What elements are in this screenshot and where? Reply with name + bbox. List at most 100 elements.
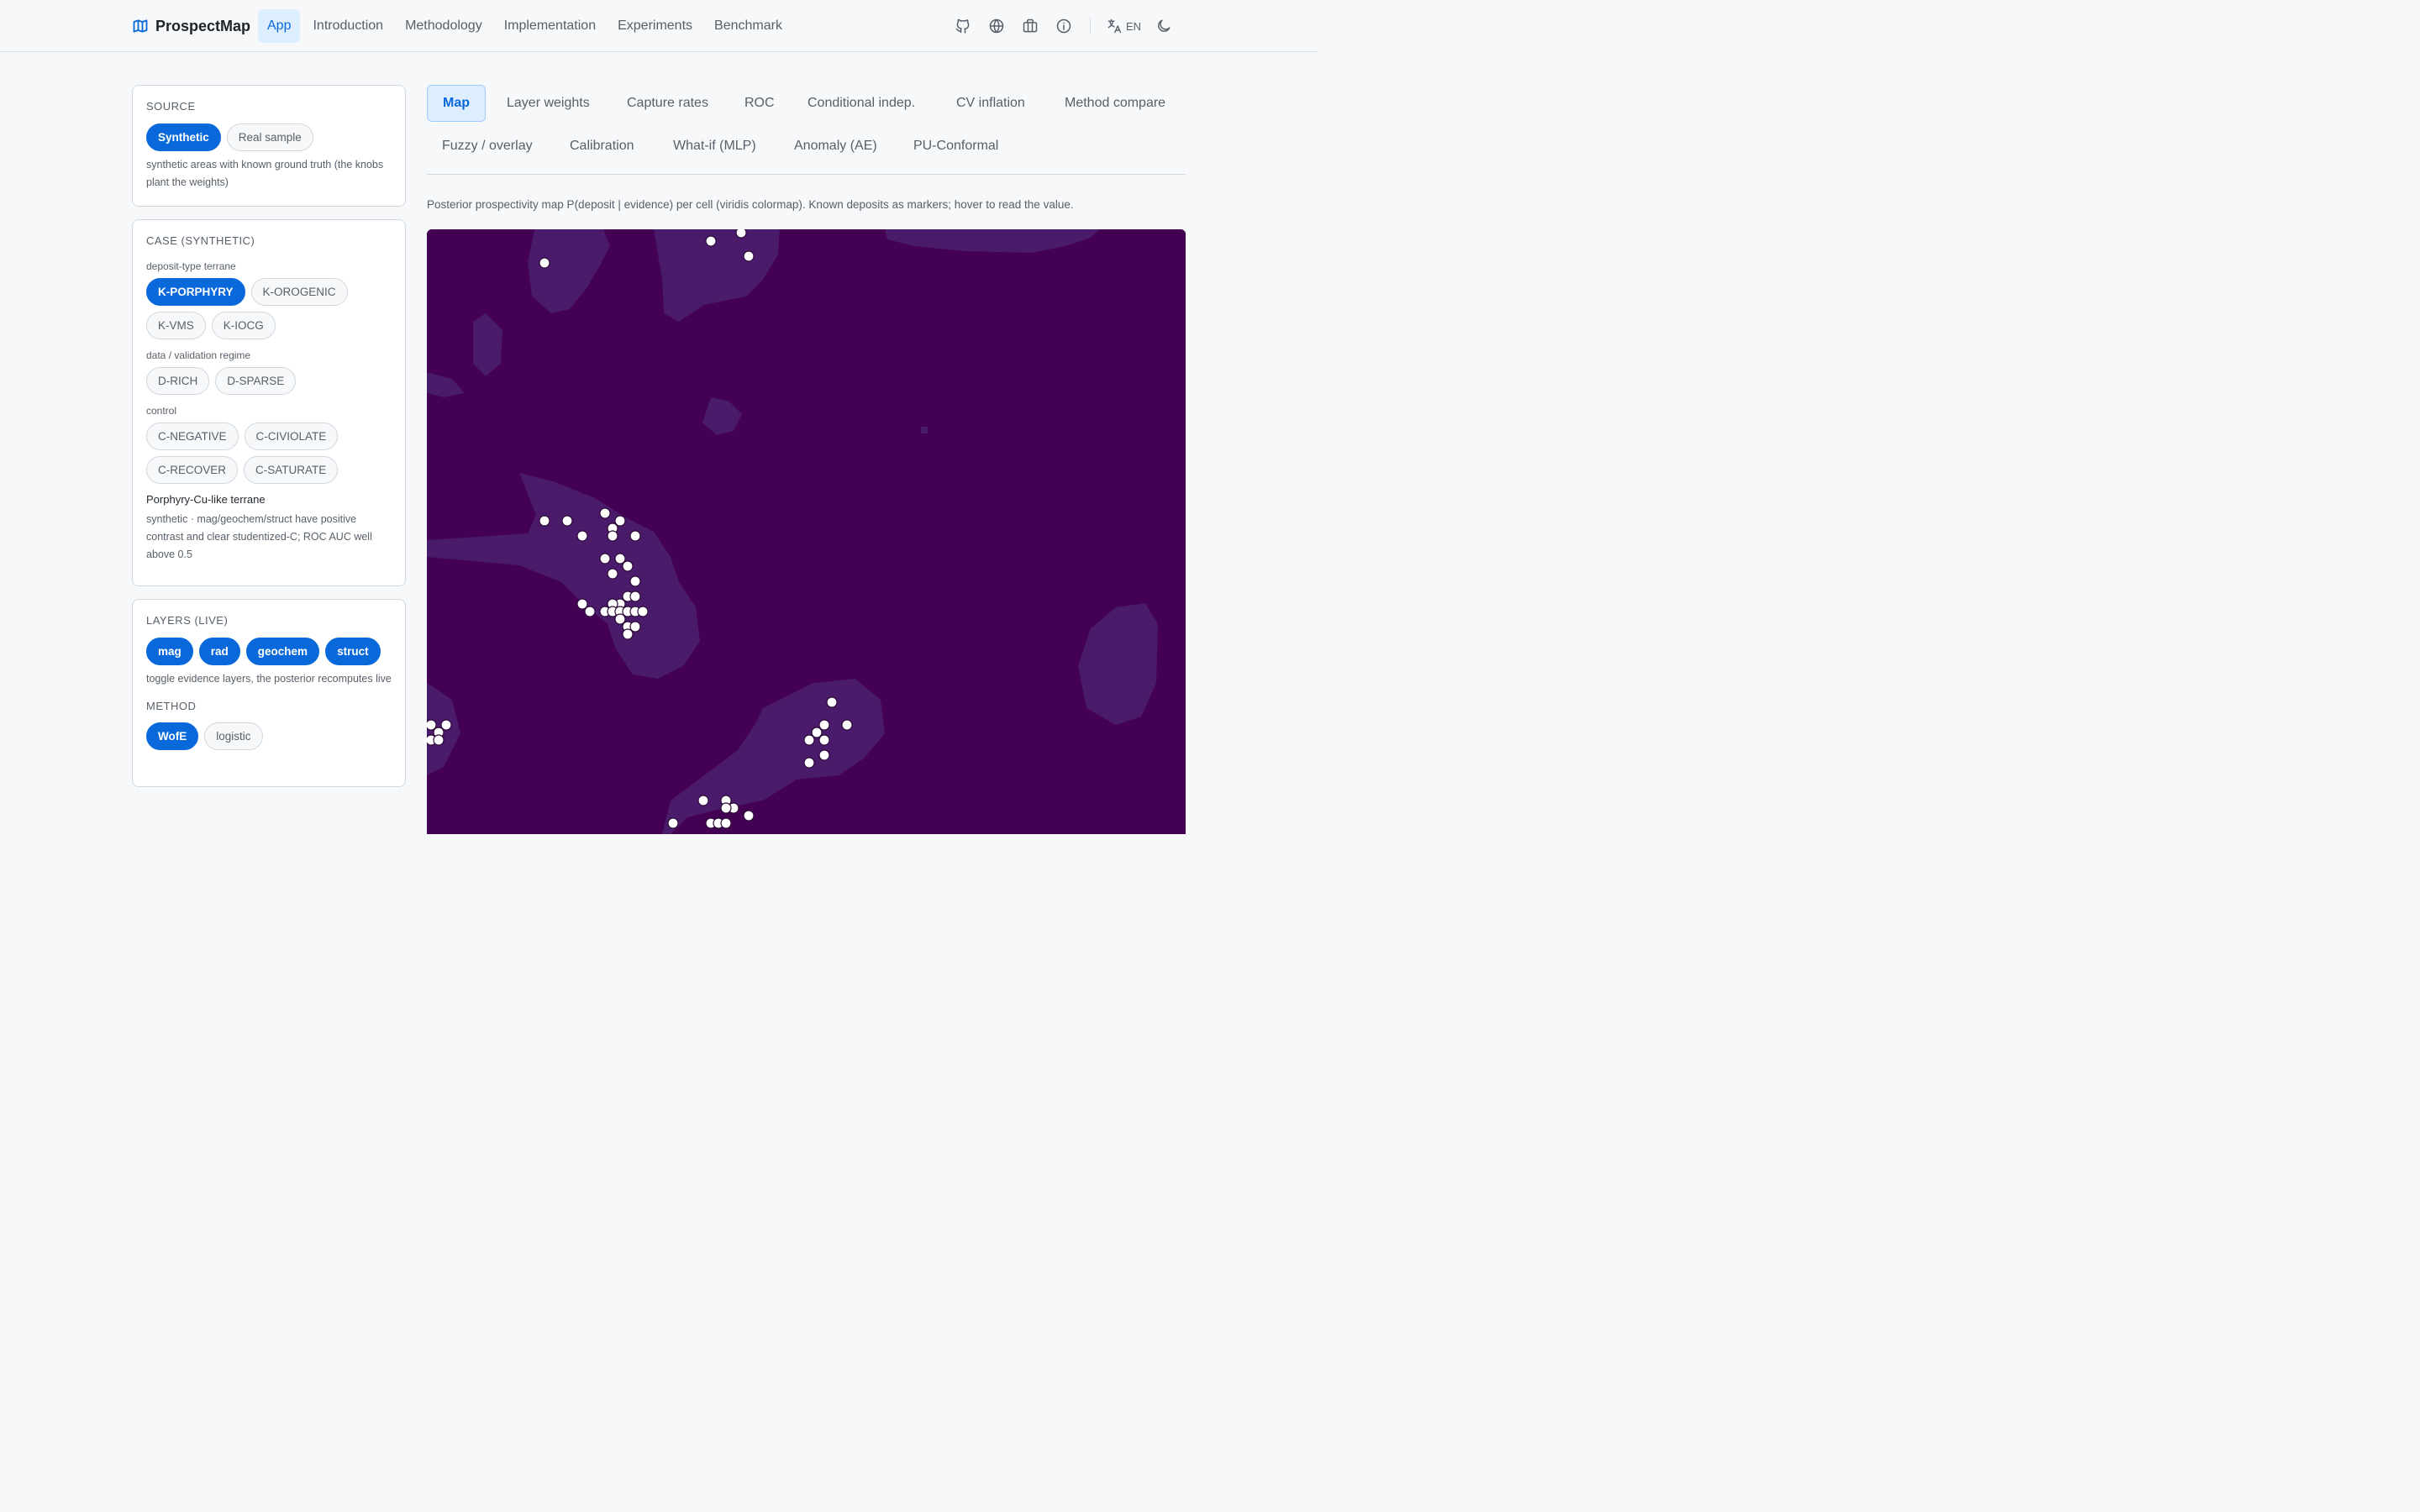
case-description: synthetic · mag/geochem/struct have posi… <box>146 513 372 560</box>
tab-what-if-mlp[interactable]: What-if (MLP) <box>658 128 771 165</box>
deposit-marker[interactable] <box>705 235 717 247</box>
layer-struct-toggle[interactable]: struct <box>325 638 381 665</box>
github-icon[interactable] <box>952 15 974 37</box>
tab-method-compare[interactable]: Method compare <box>1050 85 1181 122</box>
terrane-k-porphyry-chip[interactable]: K-PORPHYRY <box>146 278 245 306</box>
tab-fuzzy-overlay[interactable]: Fuzzy / overlay <box>427 128 548 165</box>
deposit-marker[interactable] <box>803 734 815 746</box>
deposit-marker[interactable] <box>629 591 641 602</box>
deposit-marker[interactable] <box>607 568 618 580</box>
regime-d-rich-chip[interactable]: D-RICH <box>146 367 210 395</box>
layers-panel: LAYERS (LIVE) mag rad geochem struct tog… <box>132 599 406 787</box>
deposit-marker[interactable] <box>743 250 755 262</box>
deposit-marker[interactable] <box>576 530 588 542</box>
language-code: EN <box>1125 19 1141 33</box>
info-icon[interactable] <box>1053 15 1075 37</box>
layers-title: LAYERS (LIVE) <box>146 614 229 627</box>
header-divider <box>1089 18 1091 34</box>
brand[interactable]: ProspectMap <box>132 14 250 38</box>
deposit-marker[interactable] <box>629 621 641 633</box>
nav-item-benchmark[interactable]: Benchmark <box>705 9 792 43</box>
deposit-marker[interactable] <box>607 530 618 542</box>
deposit-marker[interactable] <box>818 749 830 761</box>
source-options: Synthetic Real sample <box>146 123 392 151</box>
nav-item-experiments[interactable]: Experiments <box>608 9 702 43</box>
control-c-recover-chip[interactable]: C-RECOVER <box>146 456 239 484</box>
tab-cv-inflation[interactable]: CV inflation <box>941 85 1040 122</box>
moon-icon[interactable] <box>1153 15 1175 37</box>
translate-icon <box>1107 18 1122 34</box>
deposit-marker[interactable] <box>629 575 641 587</box>
app-name: ProspectMap <box>155 17 251 34</box>
tab-calibration[interactable]: Calibration <box>555 128 649 165</box>
deposit-marker[interactable] <box>720 802 732 814</box>
nav-item-implementation[interactable]: Implementation <box>495 9 605 43</box>
control-options: C-NEGATIVE C-CIVIOLATE C-RECOVER C-SATUR… <box>146 423 392 484</box>
deposit-marker[interactable] <box>599 507 611 519</box>
layer-toggles: mag rad geochem struct <box>146 638 392 665</box>
deposit-marker[interactable] <box>614 515 626 527</box>
deposit-marker[interactable] <box>735 229 747 239</box>
deposit-marker[interactable] <box>561 515 573 527</box>
control-c-negative-chip[interactable]: C-NEGATIVE <box>146 423 239 450</box>
deposit-marker[interactable] <box>622 560 634 572</box>
deposit-marker[interactable] <box>818 734 830 746</box>
source-synthetic-chip[interactable]: Synthetic <box>146 123 221 151</box>
deposit-marker[interactable] <box>697 795 709 806</box>
globe-icon[interactable] <box>986 15 1007 37</box>
briefcase-icon[interactable] <box>1019 15 1041 37</box>
analysis-tabs: Map Layer weights Capture rates ROC Cond… <box>427 85 1186 175</box>
deposit-marker[interactable] <box>720 817 732 829</box>
layer-mag-toggle[interactable]: mag <box>146 638 193 665</box>
method-wofe-chip[interactable]: WofE <box>146 722 199 750</box>
tab-conditional-indep[interactable]: Conditional indep. <box>792 85 930 122</box>
control-c-civiolate-chip[interactable]: C-CIVIOLATE <box>244 423 339 450</box>
deposit-marker[interactable] <box>637 606 649 617</box>
deposit-marker[interactable] <box>440 719 452 731</box>
deposit-marker[interactable] <box>427 719 437 731</box>
deposit-marker[interactable] <box>576 598 588 610</box>
tab-layer-weights[interactable]: Layer weights <box>492 85 605 122</box>
terrane-k-orogenic-chip[interactable]: K-OROGENIC <box>250 278 348 306</box>
prospectivity-map[interactable] <box>427 229 1186 834</box>
regime-options: D-RICH D-SPARSE <box>146 367 392 395</box>
nav-item-introduction[interactable]: Introduction <box>303 9 392 43</box>
deposit-marker[interactable] <box>614 553 626 564</box>
deposit-marker[interactable] <box>818 719 830 731</box>
nav-item-app[interactable]: App <box>258 9 301 43</box>
tab-capture-rates[interactable]: Capture rates <box>612 85 723 122</box>
terrane-k-vms-chip[interactable]: K-VMS <box>146 312 206 339</box>
main-nav: App Introduction Methodology Implementat… <box>258 9 792 43</box>
deposit-marker[interactable] <box>629 530 641 542</box>
terrane-k-iocg-chip[interactable]: K-IOCG <box>211 312 276 339</box>
source-real-sample-chip[interactable]: Real sample <box>226 123 313 151</box>
deposit-marker[interactable] <box>584 606 596 617</box>
tab-map[interactable]: Map <box>427 85 486 122</box>
control-c-saturate-chip[interactable]: C-SATURATE <box>244 456 339 484</box>
deposit-marker[interactable] <box>433 734 445 746</box>
deposit-marker[interactable] <box>622 628 634 640</box>
deposit-marker[interactable] <box>811 727 823 738</box>
deposit-marker[interactable] <box>743 810 755 822</box>
nav-item-methodology[interactable]: Methodology <box>396 9 492 43</box>
deposit-marker[interactable] <box>539 515 550 527</box>
deposit-marker[interactable] <box>614 613 626 625</box>
deposit-marker[interactable] <box>826 696 838 708</box>
case-name: Porphyry-Cu-like terrane <box>146 493 266 506</box>
deposit-marker[interactable] <box>803 757 815 769</box>
tab-roc[interactable]: ROC <box>729 85 790 122</box>
deposit-marker[interactable] <box>841 719 853 731</box>
language-switcher[interactable]: EN <box>1106 18 1141 34</box>
method-logistic-chip[interactable]: logistic <box>204 722 263 750</box>
terrane-options: K-PORPHYRY K-OROGENIC K-VMS K-IOCG <box>146 278 392 339</box>
layer-geochem-toggle[interactable]: geochem <box>245 638 320 665</box>
deposit-marker[interactable] <box>667 817 679 829</box>
tab-pu-conformal[interactable]: PU-Conformal <box>898 128 1013 165</box>
tab-anomaly-ae[interactable]: Anomaly (AE) <box>779 128 892 165</box>
deposit-marker[interactable] <box>599 553 611 564</box>
source-panel: SOURCE Synthetic Real sample synthetic a… <box>132 85 406 207</box>
layer-rad-toggle[interactable]: rad <box>198 638 240 665</box>
deposit-marker[interactable] <box>539 257 550 269</box>
regime-d-sparse-chip[interactable]: D-SPARSE <box>215 367 297 395</box>
prospectivity-map-canvas[interactable] <box>427 229 1186 834</box>
